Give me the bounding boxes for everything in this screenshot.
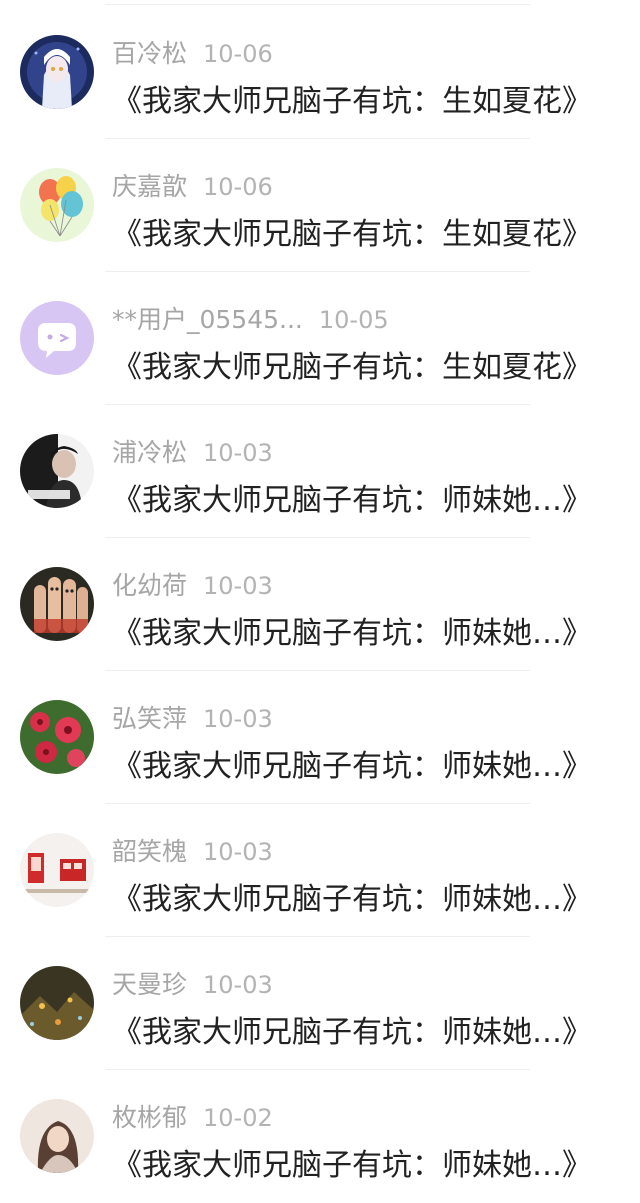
anime-girl-avatar-icon[interactable] — [20, 35, 94, 109]
comment-book-title[interactable]: 《我家大师兄脑子有坑：师妹她…》 — [112, 1144, 596, 1188]
list-item[interactable]: 韶笑槐 10-03 《我家大师兄脑子有坑：师妹她…》 — [0, 804, 640, 937]
commenter-name[interactable]: 天曼珍 — [112, 967, 187, 1003]
comment-date: 10-03 — [203, 705, 273, 733]
commenter-name[interactable]: 庆嘉歆 — [112, 169, 187, 205]
comment-book-title[interactable]: 《我家大师兄脑子有坑：师妹她…》 — [112, 745, 596, 789]
commenter-name[interactable]: 化幼荷 — [112, 568, 187, 604]
comment-date: 10-06 — [203, 173, 273, 201]
commenter-name[interactable]: **用户_05545... — [112, 302, 303, 338]
finger-faces-avatar-icon[interactable] — [20, 567, 94, 641]
commenter-name[interactable]: 百冷松 — [112, 36, 187, 72]
list-item[interactable]: 枚彬郁 10-02 《我家大师兄脑子有坑：师妹她…》 — [0, 1070, 640, 1203]
comment-book-title[interactable]: 《我家大师兄脑子有坑：生如夏花》 — [112, 80, 596, 124]
wink-face-avatar-icon[interactable] — [20, 301, 94, 375]
red-flowers-avatar-icon[interactable] — [20, 700, 94, 774]
list-item[interactable]: 浦冷松 10-03 《我家大师兄脑子有坑：师妹她…》 — [0, 405, 640, 538]
comment-date: 10-05 — [318, 306, 389, 334]
comment-book-title[interactable]: 《我家大师兄脑子有坑：生如夏花》 — [112, 346, 596, 390]
balloons-avatar-icon[interactable] — [20, 168, 94, 242]
comment-date: 10-06 — [203, 40, 273, 68]
list-item[interactable]: 百冷松 10-06 《我家大师兄脑子有坑：生如夏花》 — [0, 6, 640, 139]
comment-date: 10-03 — [203, 838, 273, 866]
red-phonebooth-avatar-icon[interactable] — [20, 833, 94, 907]
list-item[interactable]: 弘笑萍 10-03 《我家大师兄脑子有坑：师妹她…》 — [0, 671, 640, 804]
city-night-avatar-icon[interactable] — [20, 966, 94, 1040]
comment-book-title[interactable]: 《我家大师兄脑子有坑：生如夏花》 — [112, 213, 596, 257]
comment-date: 10-03 — [203, 572, 273, 600]
comment-date: 10-02 — [203, 1104, 273, 1132]
woman-portrait-avatar-icon[interactable] — [20, 1099, 94, 1173]
commenter-name[interactable]: 韶笑槐 — [112, 834, 187, 870]
comment-date: 10-03 — [203, 439, 273, 467]
list-item[interactable]: 化幼荷 10-03 《我家大师兄脑子有坑：师妹她…》 — [0, 538, 640, 671]
comment-book-title[interactable]: 《我家大师兄脑子有坑：师妹她…》 — [112, 878, 596, 922]
commenter-name[interactable]: 弘笑萍 — [112, 701, 187, 737]
comment-date: 10-03 — [203, 971, 273, 999]
commenter-name[interactable]: 浦冷松 — [112, 435, 187, 471]
commenter-name[interactable]: 枚彬郁 — [112, 1100, 187, 1136]
list-item[interactable]: **用户_05545... 10-05 《我家大师兄脑子有坑：生如夏花》 — [0, 272, 640, 405]
list-item[interactable]: 天曼珍 10-03 《我家大师兄脑子有坑：师妹她…》 — [0, 937, 640, 1070]
portrait-avatar-icon[interactable] — [20, 434, 94, 508]
list-item[interactable]: 庆嘉歆 10-06 《我家大师兄脑子有坑：生如夏花》 — [0, 139, 640, 272]
comment-book-title[interactable]: 《我家大师兄脑子有坑：师妹她…》 — [112, 1011, 596, 1055]
comment-book-title[interactable]: 《我家大师兄脑子有坑：师妹她…》 — [112, 479, 596, 523]
comment-book-title[interactable]: 《我家大师兄脑子有坑：师妹她…》 — [112, 612, 596, 656]
top-divider — [105, 4, 530, 5]
